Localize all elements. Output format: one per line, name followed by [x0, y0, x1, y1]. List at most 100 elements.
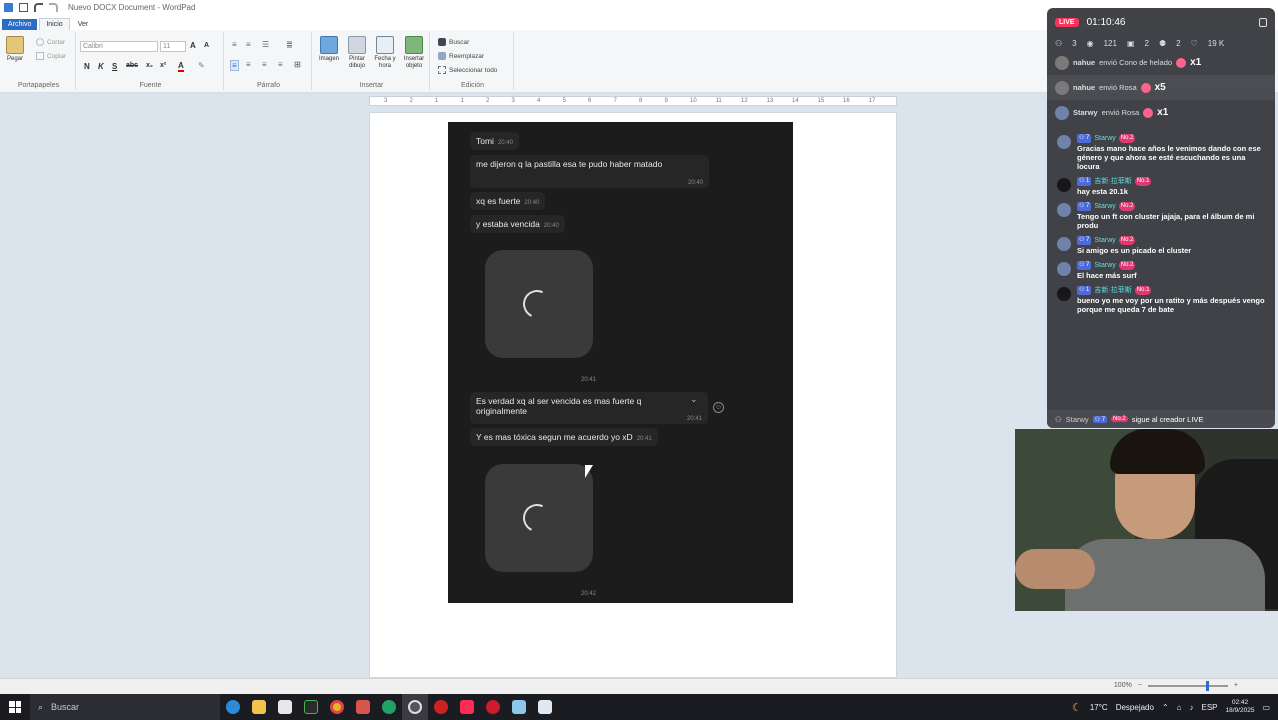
- notifications-icon[interactable]: ▭: [1262, 703, 1270, 712]
- language-indicator[interactable]: ESP: [1202, 703, 1218, 712]
- subscript-icon[interactable]: x₂: [146, 62, 153, 69]
- avatar: [1055, 80, 1069, 95]
- zoom-level: 100%: [1113, 682, 1132, 689]
- superscript-icon[interactable]: x²: [160, 62, 166, 69]
- align-right-icon[interactable]: ≡: [262, 60, 267, 69]
- stat-value: 2: [1144, 38, 1149, 48]
- comment-user[interactable]: 吉新·拉菲斯: [1094, 177, 1131, 186]
- taskbar-opera-icon[interactable]: [480, 694, 506, 720]
- comment-user[interactable]: Starwy: [1094, 236, 1115, 245]
- shrink-font-icon[interactable]: A: [204, 42, 209, 49]
- chat-message-text: Es verdad xq al ser vencida es mas fuert…: [476, 396, 642, 416]
- grow-font-icon[interactable]: A: [190, 41, 196, 50]
- save-icon[interactable]: [19, 3, 28, 12]
- comment-text: Si amigo es un picado el cluster: [1077, 246, 1192, 255]
- italic-icon[interactable]: K: [98, 62, 104, 71]
- loading-media-thumbnail[interactable]: [485, 464, 593, 572]
- comment-user[interactable]: 吉新·拉菲斯: [1094, 286, 1131, 295]
- chat-message: y estaba vencida 20:40: [470, 215, 565, 233]
- redo-icon[interactable]: [49, 3, 58, 12]
- taskbar-app-grid-icon[interactable]: [350, 694, 376, 720]
- taskbar-notepad-icon[interactable]: [506, 694, 532, 720]
- zoom-slider-thumb[interactable]: [1205, 680, 1209, 691]
- insert-object-button[interactable]: Insertar objeto: [400, 36, 428, 70]
- insert-image-button[interactable]: Imagen: [316, 36, 342, 63]
- date-time-button[interactable]: Fecha y hora: [372, 36, 398, 70]
- clock[interactable]: 02:42 18/9/2025: [1226, 699, 1255, 715]
- copy-button[interactable]: Copiar: [36, 52, 66, 60]
- cut-button[interactable]: Cortar: [36, 38, 65, 46]
- taskbar-store-icon[interactable]: [272, 694, 298, 720]
- volume-icon[interactable]: ♪: [1190, 703, 1194, 712]
- decrease-indent-icon[interactable]: ≡: [232, 40, 237, 49]
- strikethrough-icon[interactable]: abc: [126, 62, 138, 69]
- taskbar-edge-icon[interactable]: [220, 694, 246, 720]
- font-color-icon[interactable]: A: [178, 61, 184, 72]
- ruler[interactable]: 3 2 1 1 2 3 4 5 6 7 8 9 10 11 12 13 14 15 16 17: [369, 96, 897, 106]
- tab-inicio[interactable]: Inicio: [39, 18, 70, 30]
- paragraph-settings-icon[interactable]: ⊞: [294, 60, 301, 69]
- calendar-icon: [376, 36, 394, 54]
- stat-value: 121: [1103, 38, 1117, 48]
- select-all-button[interactable]: Seleccionar todo: [438, 66, 497, 74]
- undo-icon[interactable]: [34, 3, 43, 12]
- weather-moon-icon: ☾: [1071, 701, 1082, 714]
- stat-likes-icon: ♡: [1190, 38, 1198, 48]
- list-icon[interactable]: ☰: [262, 40, 269, 49]
- tab-ver[interactable]: Ver: [72, 19, 95, 30]
- taskbar-tiktok-icon[interactable]: [454, 694, 480, 720]
- gift-text: envió Rosa: [1099, 83, 1137, 92]
- find-button[interactable]: Buscar: [438, 38, 469, 46]
- network-icon[interactable]: ⌂: [1177, 703, 1182, 712]
- chat-message-text: y estaba vencida: [476, 219, 540, 229]
- rose-gift-icon: [1140, 82, 1151, 93]
- taskbar-chrome-icon[interactable]: [324, 694, 350, 720]
- select-all-label: Seleccionar todo: [449, 66, 498, 74]
- chat-message: xq es fuerte 20:40: [470, 192, 546, 210]
- highlight-icon[interactable]: ✎: [198, 61, 205, 70]
- copy-label: Copiar: [47, 52, 67, 60]
- start-button[interactable]: [0, 694, 30, 720]
- zoom-out-icon[interactable]: −: [1138, 682, 1142, 689]
- chat-message-time: 20:40: [497, 140, 513, 146]
- search-icon: ⌕: [38, 701, 44, 712]
- taskbar-explorer-icon[interactable]: [246, 694, 272, 720]
- taskbar-green-app-icon[interactable]: [376, 694, 402, 720]
- font-name-select[interactable]: Calibri: [80, 41, 158, 52]
- group-label-parrafo: Párrafo: [257, 82, 280, 89]
- taskbar-terminal-icon[interactable]: [298, 694, 324, 720]
- live-timer: 01:10:46: [1086, 16, 1126, 28]
- ruler-tick: 1: [460, 98, 464, 104]
- taskbar-wordpad-icon[interactable]: [532, 694, 558, 720]
- weather-temp[interactable]: 17°C: [1090, 703, 1108, 712]
- bold-icon[interactable]: N: [84, 62, 90, 71]
- align-center-icon[interactable]: ≡: [246, 60, 251, 69]
- paint-drawing-button[interactable]: Pintar dibujo: [344, 36, 370, 70]
- comment-user[interactable]: Starwy: [1094, 202, 1115, 211]
- taskbar-red-app-icon[interactable]: [428, 694, 454, 720]
- lock-icon[interactable]: [1259, 17, 1267, 27]
- replace-button[interactable]: Reemplazar: [438, 52, 484, 60]
- increase-indent-icon[interactable]: ≡: [246, 40, 251, 49]
- taskbar-search[interactable]: ⌕ Buscar: [30, 694, 220, 720]
- align-left-icon[interactable]: ≡: [230, 60, 239, 71]
- zoom-slider[interactable]: [1147, 680, 1228, 691]
- emoji-react-icon[interactable]: ☺: [713, 402, 724, 413]
- binoculars-icon: [438, 38, 446, 46]
- ruler-tick: 17: [868, 98, 876, 104]
- zoom-in-icon[interactable]: +: [1234, 682, 1238, 689]
- comment-user[interactable]: Starwy: [1094, 134, 1115, 143]
- loading-media-thumbnail[interactable]: [485, 250, 593, 358]
- line-spacing-icon[interactable]: ≣: [286, 40, 293, 49]
- justify-icon[interactable]: ≡: [278, 60, 283, 69]
- tab-archivo[interactable]: Archivo: [2, 19, 38, 30]
- taskbar-obs-icon[interactable]: [402, 694, 428, 720]
- font-size-select[interactable]: 11: [160, 41, 186, 52]
- zoom-control[interactable]: 100% − +: [1113, 680, 1238, 691]
- weather-desc[interactable]: Despejado: [1116, 703, 1154, 712]
- paste-button[interactable]: Pegar: [6, 36, 24, 63]
- tray-chevron-up-icon[interactable]: ⌃: [1162, 703, 1169, 712]
- underline-icon[interactable]: S: [112, 62, 117, 71]
- comment-user[interactable]: Starwy: [1094, 261, 1115, 270]
- chevron-down-icon[interactable]: ⌄: [690, 394, 698, 405]
